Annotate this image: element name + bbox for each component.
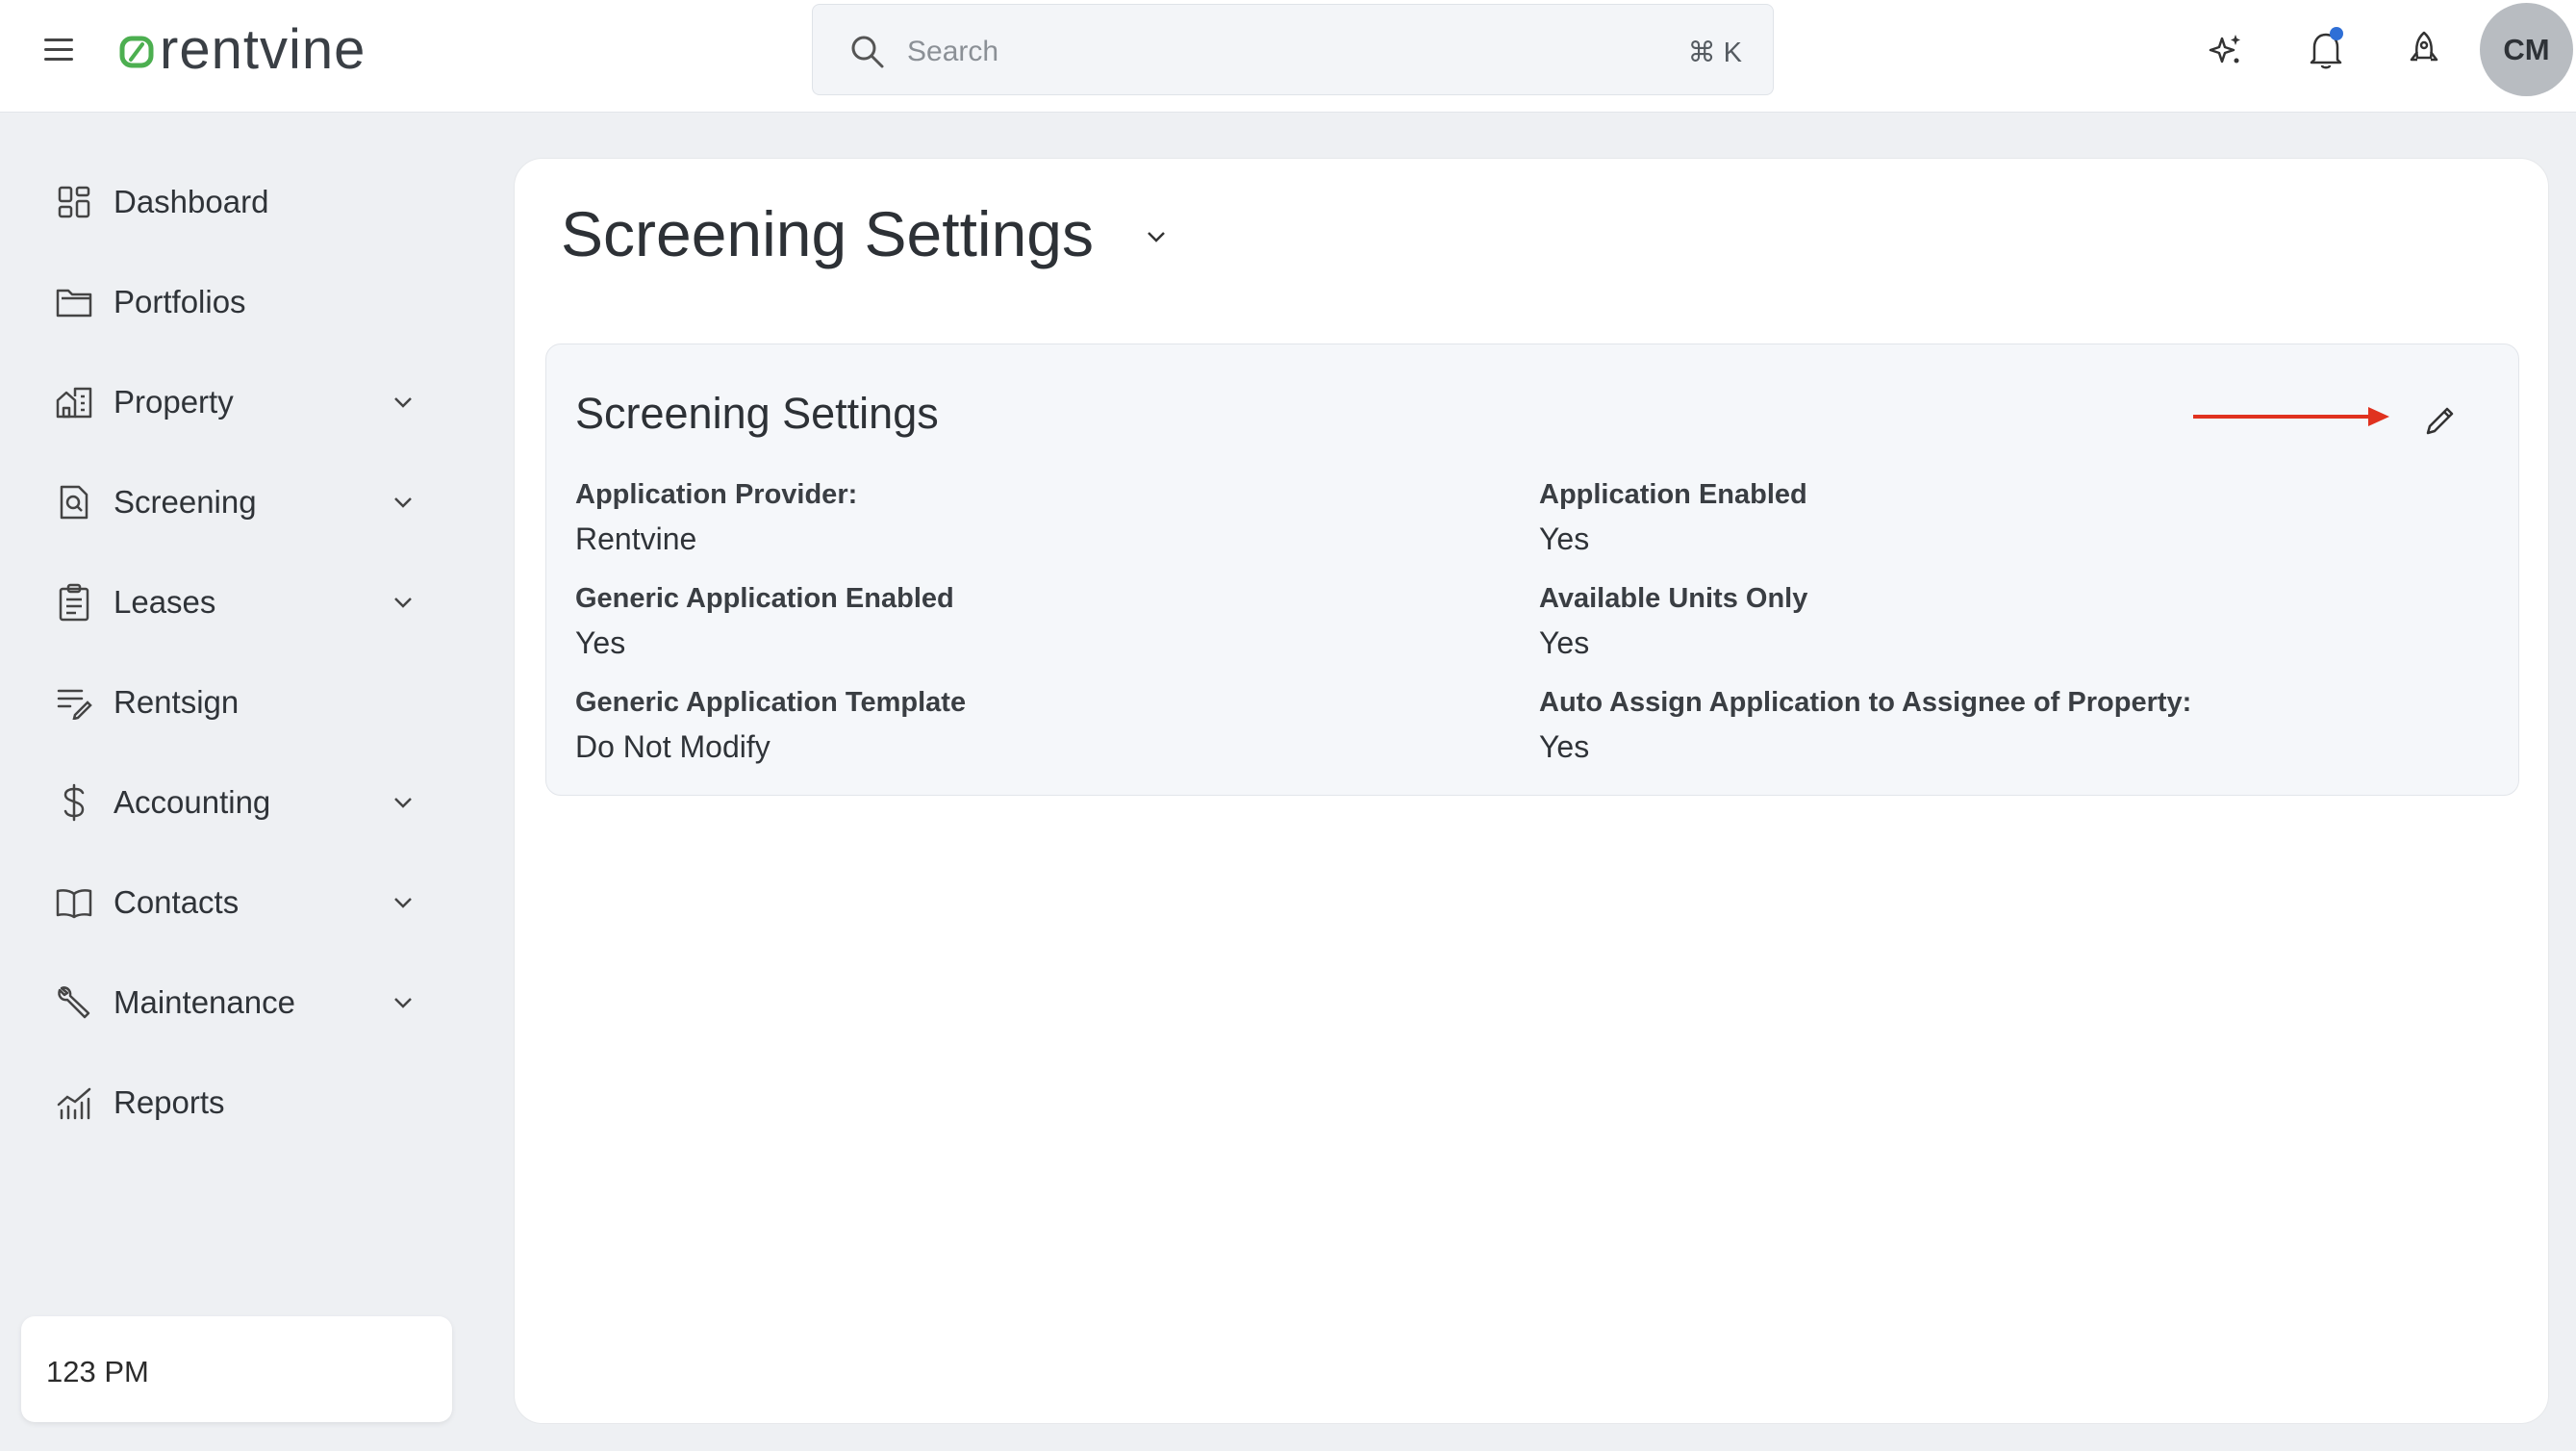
sidebar-item-label: Screening (114, 484, 257, 520)
chevron-down-icon (394, 798, 412, 808)
sidebar-item-label: Portfolios (114, 284, 246, 319)
sidebar-item-leases[interactable]: Leases (54, 569, 429, 636)
search-shortcut: ⌘ K (1687, 38, 1742, 68)
field-value: Yes (1539, 729, 1590, 764)
dashboard-icon (54, 182, 94, 222)
field-label: Auto Assign Application to Assignee of P… (1539, 687, 2192, 718)
book-icon (54, 882, 94, 923)
sidebar-item-label: Dashboard (114, 184, 269, 219)
sidebar-item-label: Contacts (114, 884, 240, 920)
chevron-down-icon (394, 598, 412, 608)
field-value: Yes (1539, 625, 1590, 660)
field-value: Yes (575, 625, 626, 660)
page-title: Screening Settings (561, 198, 1095, 269)
sidebar-item-label: Leases (114, 584, 216, 620)
buildings-icon (54, 382, 94, 422)
search-placeholder: Search (907, 36, 999, 67)
sign-icon (54, 682, 94, 723)
chevron-down-icon (394, 497, 412, 508)
field-value: Yes (1539, 522, 1590, 556)
sidebar-item-screening[interactable]: Screening (54, 469, 429, 536)
brand-name: rentvine (160, 18, 366, 81)
field-label: Application Provider: (575, 479, 858, 510)
annotation-arrow (2193, 407, 2389, 426)
rentvine-logo[interactable]: rentvine (119, 21, 366, 79)
sidebar-item-accounting[interactable]: Accounting (54, 769, 429, 836)
top-bar: rentvine Search ⌘ K CM (0, 0, 2576, 113)
dollar-icon (54, 782, 94, 823)
sparkle-icon[interactable] (2197, 21, 2255, 79)
sidebar-item-rentsign[interactable]: Rentsign (54, 669, 429, 736)
notification-dot (2330, 27, 2343, 40)
screening-settings-card: Screening Settings Application Provider:… (545, 344, 2519, 796)
wrench-icon (54, 982, 94, 1023)
chevron-down-icon (394, 898, 412, 908)
field-label: Generic Application Enabled (575, 583, 954, 614)
search-icon (851, 36, 884, 68)
leaf-logo-icon (119, 36, 154, 68)
card-title: Screening Settings (575, 389, 939, 438)
field-label: Generic Application Template (575, 687, 967, 718)
field-label: Application Enabled (1539, 479, 1807, 510)
account-name: 123 PM (46, 1355, 149, 1388)
field-label: Available Units Only (1539, 583, 1808, 614)
sidebar-item-reports[interactable]: Reports (54, 1069, 429, 1136)
sidebar-item-property[interactable]: Property (54, 369, 429, 436)
edit-button[interactable] (2412, 395, 2466, 448)
sidebar-item-label: Reports (114, 1084, 225, 1120)
field-value: Do Not Modify (575, 729, 770, 764)
field-value: Rentvine (575, 522, 697, 556)
sidebar-item-label: Maintenance (114, 984, 295, 1020)
sidebar-item-dashboard[interactable]: Dashboard (54, 168, 429, 236)
sidebar-item-maintenance[interactable]: Maintenance (54, 969, 429, 1036)
chevron-down-icon (394, 397, 412, 408)
user-avatar[interactable]: CM (2480, 3, 2573, 96)
bell-icon[interactable] (2297, 21, 2355, 79)
pencil-icon (2426, 407, 2454, 435)
folder-icon (54, 282, 94, 322)
menu-icon[interactable] (40, 35, 79, 65)
sidebar-item-label: Property (114, 384, 234, 420)
main-panel: Screening Settings Screening Settings Ap… (514, 158, 2549, 1424)
clipboard-icon (54, 582, 94, 623)
screening-doc-icon (54, 482, 94, 522)
search-box[interactable]: Search ⌘ K (812, 4, 1774, 95)
sidebar-item-portfolios[interactable]: Portfolios (54, 268, 429, 336)
account-switcher[interactable]: 123 PM (21, 1316, 452, 1422)
sidebar-item-label: Rentsign (114, 684, 240, 720)
rocket-icon[interactable] (2395, 21, 2453, 79)
sidebar-item-label: Accounting (114, 784, 271, 820)
chart-icon (54, 1082, 94, 1123)
chevron-down-icon[interactable] (1140, 220, 1173, 253)
sidebar-item-contacts[interactable]: Contacts (54, 869, 429, 936)
chevron-down-icon (394, 998, 412, 1008)
